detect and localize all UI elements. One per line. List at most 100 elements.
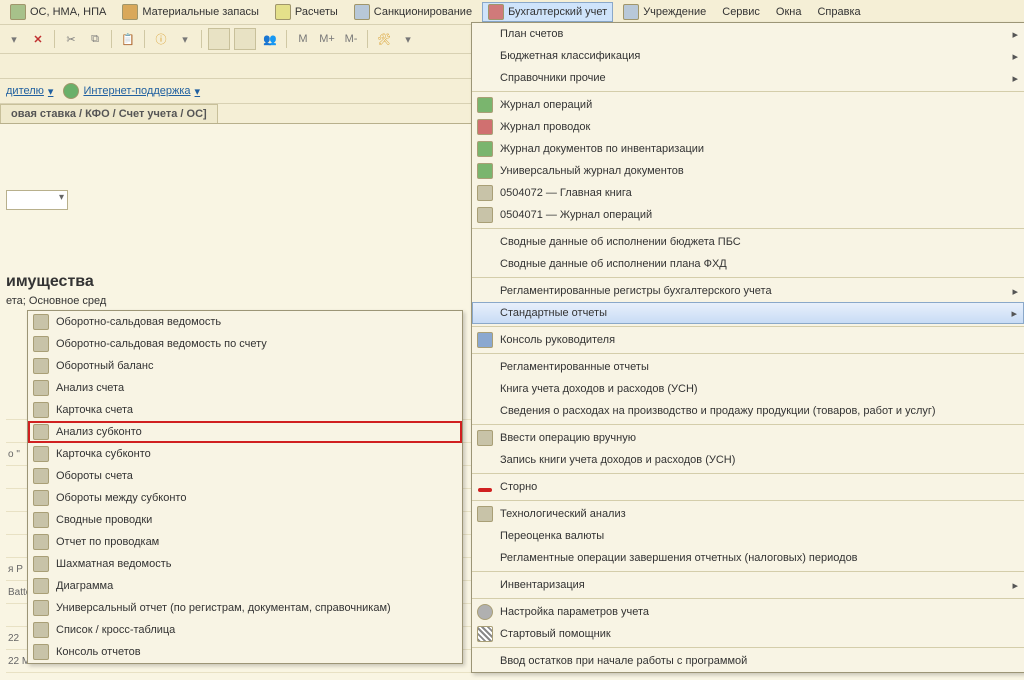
report-icon xyxy=(33,578,49,594)
menu-accounting[interactable]: Бухгалтерский учет xyxy=(482,2,613,22)
dropdown-toggle-3[interactable]: ▾ xyxy=(398,29,418,49)
acct-menu-item[interactable]: Журнал операций xyxy=(472,94,1024,116)
acct-menu-item[interactable]: Стандартные отчеты▸ xyxy=(472,302,1024,324)
menu-service[interactable]: Сервис xyxy=(716,4,766,20)
acct-menu-item[interactable]: Стартовый помощник xyxy=(472,623,1024,645)
menu-item-label: Универсальный журнал документов xyxy=(500,165,684,177)
submenu-arrow-icon: ▸ xyxy=(1012,28,1018,41)
acct-menu-item[interactable]: 0504072 — Главная книга xyxy=(472,182,1024,204)
std-report-item[interactable]: Оборотно-сальдовая ведомость по счету xyxy=(28,333,462,355)
copy-button[interactable]: ⧉ xyxy=(85,29,105,49)
bc-to[interactable]: дителю ▾ xyxy=(6,85,53,98)
report-icon xyxy=(33,600,49,616)
acct-menu-item[interactable]: Сводные данные об исполнении бюджета ПБС xyxy=(472,231,1024,253)
menu-item-label: Регламентированные регистры бухгалтерско… xyxy=(500,285,772,297)
calendar-button[interactable] xyxy=(208,28,230,50)
menu-os[interactable]: ОС, НМА, НПА xyxy=(4,2,112,22)
report-icon xyxy=(33,424,49,440)
std-report-item[interactable]: Карточка субконто xyxy=(28,443,462,465)
tools-button[interactable]: 🛠 xyxy=(374,29,394,49)
active-tab[interactable]: овая ставка / КФО / Счет учета / ОС] xyxy=(0,104,218,123)
std-report-item[interactable]: Сводные проводки xyxy=(28,509,462,531)
std-report-item[interactable]: Отчет по проводкам xyxy=(28,531,462,553)
std-report-item[interactable]: Анализ счета xyxy=(28,377,462,399)
acct-menu-item[interactable]: Переоценка валюты xyxy=(472,525,1024,547)
memory-m[interactable]: M xyxy=(293,29,313,49)
menu-item-label: План счетов xyxy=(500,28,563,40)
acct-menu-item[interactable]: Технологический анализ xyxy=(472,503,1024,525)
cut-button[interactable]: ✂ xyxy=(61,29,81,49)
std-report-item[interactable]: Обороты счета xyxy=(28,465,462,487)
menu-institution[interactable]: Учреждение xyxy=(617,2,712,22)
acct-menu-item[interactable]: Консоль руководителя xyxy=(472,329,1024,351)
menu-windows[interactable]: Окна xyxy=(770,4,808,20)
acct-menu-item[interactable]: Книга учета доходов и расходов (УСН) xyxy=(472,378,1024,400)
bc-support[interactable]: Интернет-поддержка ▾ xyxy=(63,83,200,99)
info-button[interactable]: ⓘ xyxy=(151,29,171,49)
menu-item-label: Книга учета доходов и расходов (УСН) xyxy=(500,383,698,395)
std-report-item[interactable]: Консоль отчетов xyxy=(28,641,462,663)
menu-item-label: Шахматная ведомость xyxy=(56,558,171,570)
menu-item-label: Универсальный отчет (по регистрам, докум… xyxy=(56,602,391,614)
menu-item-icon xyxy=(477,430,493,446)
menu-item-icon xyxy=(477,506,493,522)
menu-item-label: 0504072 — Главная книга xyxy=(500,187,632,199)
menu-item-label: Сторно xyxy=(500,481,537,493)
combo-field[interactable] xyxy=(6,190,68,210)
std-report-item[interactable]: Список / кросс-таблица xyxy=(28,619,462,641)
report-icon xyxy=(33,490,49,506)
std-report-item[interactable]: Анализ субконто xyxy=(28,421,462,443)
menu-sanction[interactable]: Санкционирование xyxy=(348,2,478,22)
acct-menu-item[interactable]: Журнал проводок xyxy=(472,116,1024,138)
acct-menu-item[interactable]: Сведения о расходах на производство и пр… xyxy=(472,400,1024,422)
calc-button[interactable] xyxy=(234,28,256,50)
menu-item-icon xyxy=(478,488,492,492)
memory-mminus[interactable]: M- xyxy=(341,29,361,49)
std-report-item[interactable]: Оборотно-сальдовая ведомость xyxy=(28,311,462,333)
submenu-arrow-icon: ▸ xyxy=(1012,579,1018,592)
menu-item-label: Ввод остатков при начале работы с програ… xyxy=(500,655,747,667)
std-report-item[interactable]: Универсальный отчет (по регистрам, докум… xyxy=(28,597,462,619)
accounting-dropdown: План счетов▸Бюджетная классификация▸Спра… xyxy=(471,22,1024,673)
menu-item-label: Справочники прочие xyxy=(500,72,606,84)
acct-menu-item[interactable]: Настройка параметров учета xyxy=(472,601,1024,623)
menu-materials[interactable]: Материальные запасы xyxy=(116,2,265,22)
menu-help[interactable]: Справка xyxy=(811,4,866,20)
acct-menu-item[interactable]: Регламентированные регистры бухгалтерско… xyxy=(472,280,1024,302)
dropdown-toggle-2[interactable]: ▾ xyxy=(175,29,195,49)
acct-menu-item[interactable]: Сторно xyxy=(472,476,1024,498)
acct-menu-item[interactable]: Сводные данные об исполнении плана ФХД xyxy=(472,253,1024,275)
paste-button[interactable]: 📋 xyxy=(118,29,138,49)
menu-item-label: Оборотно-сальдовая ведомость xyxy=(56,316,221,328)
acct-menu-item[interactable]: 0504071 — Журнал операций xyxy=(472,204,1024,226)
acct-menu-item[interactable]: Ввод остатков при начале работы с програ… xyxy=(472,650,1024,672)
menu-item-label: Журнал документов по инвентаризации xyxy=(500,143,704,155)
std-report-item[interactable]: Оборотный баланс xyxy=(28,355,462,377)
acct-menu-item[interactable]: Инвентаризация▸ xyxy=(472,574,1024,596)
acct-menu-item[interactable]: Регламентированные отчеты xyxy=(472,356,1024,378)
acct-menu-item[interactable]: Регламентные операции завершения отчетны… xyxy=(472,547,1024,569)
std-report-item[interactable]: Карточка счета xyxy=(28,399,462,421)
acct-menu-item[interactable]: Ввести операцию вручную xyxy=(472,427,1024,449)
people-button[interactable]: 👥 xyxy=(260,29,280,49)
menu-item-label: Сводные данные об исполнении бюджета ПБС xyxy=(500,236,741,248)
acct-menu-item[interactable]: План счетов ▸ xyxy=(472,23,1024,45)
menu-item-label: Анализ субконто xyxy=(56,426,142,438)
acct-menu-item[interactable]: Запись книги учета доходов и расходов (У… xyxy=(472,449,1024,471)
report-icon xyxy=(33,556,49,572)
acct-menu-item[interactable]: Журнал документов по инвентаризации xyxy=(472,138,1024,160)
close-button[interactable]: ✕ xyxy=(28,29,48,49)
menu-item-label: Список / кросс-таблица xyxy=(56,624,175,636)
std-report-item[interactable]: Шахматная ведомость xyxy=(28,553,462,575)
acct-menu-item[interactable]: Справочники прочие▸ xyxy=(472,67,1024,89)
menu-item-label: Обороты между субконто xyxy=(56,492,186,504)
memory-mplus[interactable]: M+ xyxy=(317,29,337,49)
std-report-item[interactable]: Обороты между субконто xyxy=(28,487,462,509)
acct-menu-item[interactable]: Бюджетная классификация▸ xyxy=(472,45,1024,67)
std-report-item[interactable]: Диаграмма xyxy=(28,575,462,597)
truck-icon xyxy=(10,4,26,20)
menu-item-label: Сведения о расходах на производство и пр… xyxy=(500,405,936,417)
menu-calc[interactable]: Расчеты xyxy=(269,2,344,22)
dropdown-toggle[interactable]: ▾ xyxy=(4,29,24,49)
acct-menu-item[interactable]: Универсальный журнал документов xyxy=(472,160,1024,182)
